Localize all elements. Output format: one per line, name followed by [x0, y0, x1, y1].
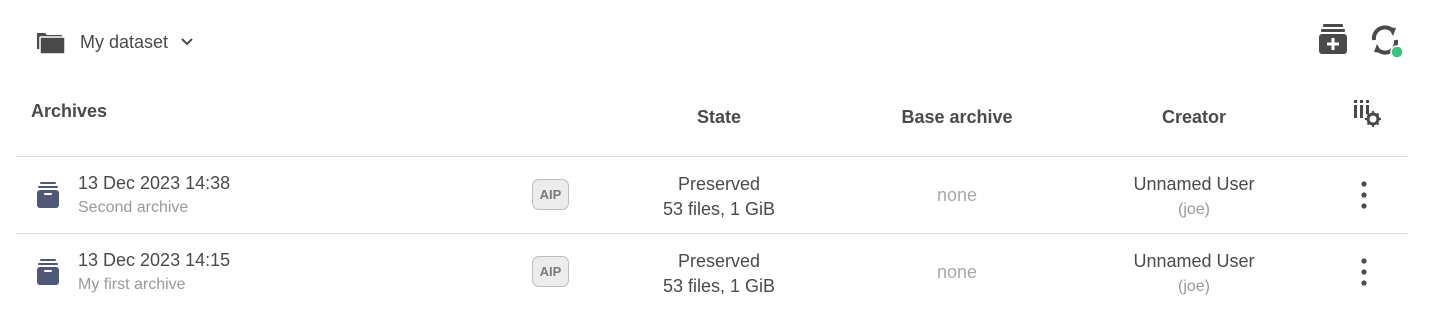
- archive-date: 13 Dec 2023 14:38: [78, 173, 231, 193]
- archive-description: My first archive: [78, 276, 186, 293]
- archive-row[interactable]: 13 Dec 2023 14:38 Second archive AIP Pre…: [16, 157, 1408, 234]
- archive-date: 13 Dec 2023 14:15: [78, 250, 231, 270]
- chevron-down-icon: [181, 38, 193, 46]
- folder-stack-icon: [37, 33, 66, 55]
- creator-name: Unnamed User: [1133, 174, 1255, 194]
- archive-state: Preserved 53 files, 1 GiB: [619, 249, 819, 299]
- archive-state: Preserved 53 files, 1 GiB: [619, 172, 819, 222]
- base-archive: none: [936, 185, 978, 205]
- aip-badge: AIP: [532, 179, 569, 210]
- add-archive-icon[interactable]: [1318, 23, 1348, 55]
- archive-box-icon: [37, 182, 59, 208]
- creator-login: (joe): [1177, 201, 1210, 218]
- archive-box-icon: [37, 259, 59, 285]
- base-archive: none: [936, 262, 978, 282]
- column-header-state: State: [696, 107, 741, 127]
- more-actions-icon[interactable]: [1352, 179, 1376, 211]
- archive-description: Second archive: [78, 199, 189, 216]
- dataset-name: My dataset: [80, 31, 169, 52]
- more-actions-icon[interactable]: [1352, 256, 1376, 288]
- state-stats: 53 files, 1 GiB: [662, 199, 776, 219]
- creator-name: Unnamed User: [1133, 251, 1255, 271]
- aip-badge: AIP: [532, 256, 569, 287]
- creator-login: (joe): [1177, 278, 1210, 295]
- state-stats: 53 files, 1 GiB: [662, 276, 776, 296]
- dataset-selector[interactable]: My dataset: [36, 26, 194, 58]
- archive-creator: Unnamed User (joe): [1094, 172, 1294, 222]
- column-header-archives: Archives: [31, 101, 108, 121]
- archive-creator: Unnamed User (joe): [1094, 249, 1294, 299]
- column-header-creator: Creator: [1161, 107, 1227, 127]
- column-settings-icon[interactable]: [1352, 97, 1382, 127]
- state-label: Preserved: [677, 251, 761, 271]
- sync-icon[interactable]: [1366, 24, 1406, 60]
- column-header-base-archive: Base archive: [901, 107, 1013, 127]
- sync-status-dot: [1390, 45, 1404, 59]
- state-label: Preserved: [677, 174, 761, 194]
- archive-row[interactable]: 13 Dec 2023 14:15 My first archive AIP P…: [16, 234, 1408, 311]
